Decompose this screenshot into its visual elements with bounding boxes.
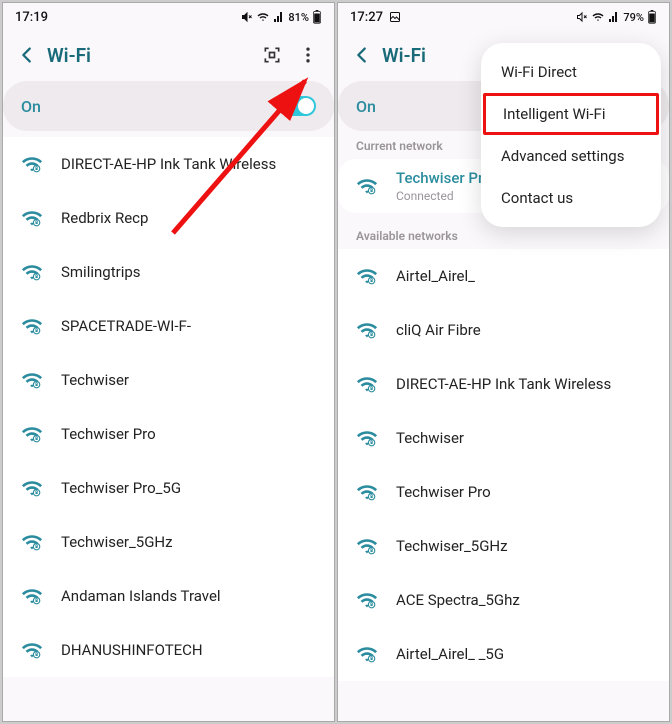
status-bar: 17:27 79% [338,3,669,31]
wifi-toggle-row[interactable]: On [3,81,334,131]
wifi-icon [356,265,378,287]
clock: 17:19 [15,10,48,25]
network-row[interactable]: Redbrix Recp [3,191,334,245]
network-row[interactable]: Techwiser_5GHz [338,519,669,573]
wifi-icon [21,261,43,283]
network-row[interactable]: Smilingtrips [3,245,334,299]
wifi-icon [21,315,43,337]
signal-icon [608,11,620,23]
status-icons: 79% [576,10,657,24]
wifi-icon [356,481,378,503]
network-row[interactable]: Techwiser [3,353,334,407]
network-name: DIRECT-AE-HP Ink Tank Wireless [396,375,651,393]
menu-wifi-direct[interactable]: Wi-Fi Direct [481,51,661,93]
chevron-left-icon [16,44,38,66]
network-row[interactable]: Airtel_Airel_ [338,249,669,303]
toggle-switch[interactable] [278,96,316,116]
network-name: SPACETRADE-WI-F- [61,317,316,335]
network-row[interactable]: Airtel_Airel_ _5G [338,627,669,681]
network-row[interactable]: Andaman Islands Travel [3,569,334,623]
menu-intelligent-wifi[interactable]: Intelligent Wi-Fi [483,93,659,135]
overflow-menu: Wi-Fi Direct Intelligent Wi-Fi Advanced … [481,43,661,227]
mute-icon [576,11,588,23]
wifi-status-icon [591,11,605,23]
status-icons: 81% [241,10,322,24]
network-name: Smilingtrips [61,263,316,281]
header: Wi-Fi [3,31,334,79]
network-row[interactable]: Techwiser Pro_5G [3,461,334,515]
network-row[interactable]: DIRECT-AE-HP Ink Tank Wireless [338,357,669,411]
phone-left: 17:19 81% Wi-Fi [2,2,335,722]
menu-advanced-settings[interactable]: Advanced settings [481,135,661,177]
network-name: Techwiser_5GHz [61,533,316,551]
wifi-icon [356,373,378,395]
wifi-icon [21,153,43,175]
chevron-left-icon [351,44,373,66]
wifi-icon [21,207,43,229]
network-row[interactable]: DHANUSHINFOTECH [3,623,334,677]
wifi-icon [21,639,43,661]
network-row[interactable]: SPACETRADE-WI-F- [3,299,334,353]
network-name: cliQ Air Fibre [396,321,651,339]
network-row[interactable]: ACE Spectra_5Ghz [338,573,669,627]
wifi-icon [356,535,378,557]
network-name: Airtel_Airel_ _5G [396,645,651,663]
network-row[interactable]: Techwiser Pro [338,465,669,519]
back-button[interactable] [11,39,43,71]
network-row[interactable]: DIRECT-AE-HP Ink Tank Wireless [3,137,334,191]
wifi-icon [21,423,43,445]
available-network-list: Airtel_Airel_ cliQ Air Fibre DIRECT-AE-HP … [338,249,669,681]
network-row[interactable]: cliQ Air Fibre [338,303,669,357]
on-label: On [21,97,278,116]
battery-text: 79% [623,11,644,24]
more-options-button[interactable] [294,41,322,69]
network-name: Techwiser Pro_5G [61,479,316,497]
network-name: DIRECT-AE-HP Ink Tank Wireless [61,155,316,173]
network-name: Techwiser [61,371,316,389]
network-name: Airtel_Airel_ [396,267,651,285]
battery-icon [647,10,657,24]
wifi-icon [356,427,378,449]
screenshot-icon [389,11,401,23]
network-name: DHANUSHINFOTECH [61,641,316,659]
network-row[interactable]: Techwiser Pro [3,407,334,461]
wifi-icon [21,369,43,391]
network-list: DIRECT-AE-HP Ink Tank Wireless Redbrix Re… [3,137,334,677]
wifi-icon [356,175,378,197]
mute-icon [241,11,253,23]
network-name: Techwiser Pro [396,483,651,501]
network-name: Techwiser_5GHz [396,537,651,555]
qr-icon [262,45,282,65]
wifi-icon [356,319,378,341]
network-name: Techwiser [396,429,651,447]
phone-right: 17:27 79% Wi-Fi On Current network [337,2,670,722]
network-name: Techwiser Pro [61,425,316,443]
wifi-icon [21,531,43,553]
page-title: Wi-Fi [47,44,258,67]
network-name: Andaman Islands Travel [61,587,316,605]
status-bar: 17:19 81% [3,3,334,31]
battery-icon [312,10,322,24]
wifi-status-icon [256,11,270,23]
signal-icon [273,11,285,23]
back-button[interactable] [346,39,378,71]
wifi-icon [356,643,378,665]
battery-text: 81% [288,11,309,24]
clock: 17:27 [350,10,383,25]
wifi-icon [21,477,43,499]
network-name: Redbrix Recp [61,209,316,227]
network-name: ACE Spectra_5Ghz [396,591,651,609]
network-row[interactable]: Techwiser [338,411,669,465]
wifi-icon [21,585,43,607]
qr-scan-button[interactable] [258,41,286,69]
wifi-icon [356,589,378,611]
network-row[interactable]: Techwiser_5GHz [3,515,334,569]
menu-contact-us[interactable]: Contact us [481,177,661,219]
kebab-icon [298,45,318,65]
